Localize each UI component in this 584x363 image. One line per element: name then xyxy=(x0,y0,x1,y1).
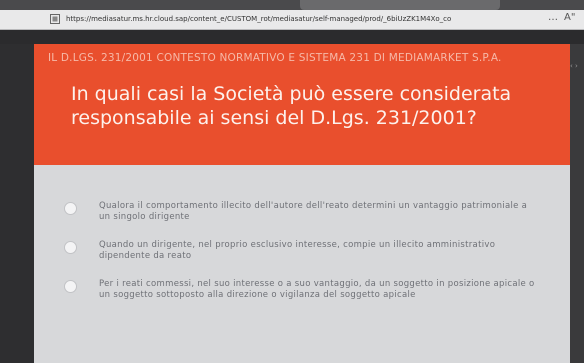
right-edge-panel: ‹ › xyxy=(570,44,584,363)
question-header: Il D.Lgs. 231/2001 contesto normativo e … xyxy=(34,44,570,165)
url-text[interactable]: https://mediasatur.ms.hr.cloud.sap/conte… xyxy=(66,13,546,26)
radio-button[interactable] xyxy=(64,280,77,293)
reader-mode-icon[interactable]: A" xyxy=(564,12,575,23)
course-breadcrumb: Il D.Lgs. 231/2001 contesto normativo e … xyxy=(48,52,502,64)
address-bar[interactable]: https://mediasatur.ms.hr.cloud.sap/conte… xyxy=(0,10,584,30)
radio-button[interactable] xyxy=(64,202,77,215)
answer-option-label: Per i reati commessi, nel suo interesse … xyxy=(99,279,535,300)
course-page: Il D.Lgs. 231/2001 contesto normativo e … xyxy=(34,44,570,363)
answer-option-3[interactable]: Per i reati commessi, nel suo interesse … xyxy=(64,279,534,309)
question-text: In quali casi la Società può essere cons… xyxy=(71,83,512,129)
answer-option-label: Qualora il comportamento illecito dell'a… xyxy=(99,201,528,222)
browser-tab[interactable] xyxy=(300,0,500,10)
browser-tab-strip xyxy=(0,0,584,10)
answer-option-2[interactable]: Quando un dirigente, nel proprio esclusi… xyxy=(64,240,534,270)
screen: https://mediasatur.ms.hr.cloud.sap/conte… xyxy=(0,0,584,363)
browser-chrome-divider xyxy=(0,30,584,44)
side-nav-icon[interactable]: ‹ › xyxy=(570,62,578,70)
more-menu-icon[interactable]: … xyxy=(548,12,558,23)
radio-button[interactable] xyxy=(64,241,77,254)
page-info-icon[interactable] xyxy=(49,13,61,25)
answer-option-1[interactable]: Qualora il comportamento illecito dell'a… xyxy=(64,201,534,231)
answer-option-label: Quando un dirigente, nel proprio esclusi… xyxy=(99,240,496,261)
